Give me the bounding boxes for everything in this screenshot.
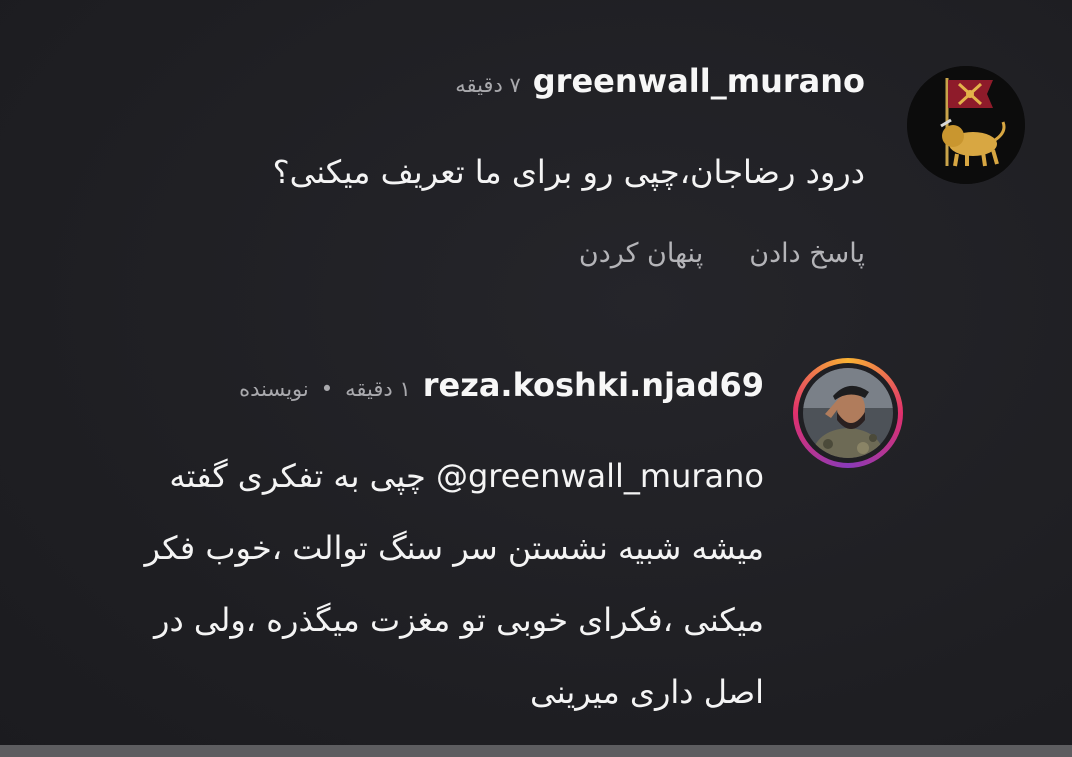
- bottom-bar: [0, 745, 1072, 757]
- comment-text: درود رضاجان،چپی رو برای ما تعریف میکنی؟: [272, 153, 865, 191]
- comment-header: reza.koshki.njad69 ۱ دقیقه • نویسنده: [239, 366, 764, 404]
- meta-separator: •: [320, 377, 334, 401]
- mention-link[interactable]: @greenwall_murano: [436, 457, 764, 495]
- comment-actions: پاسخ دادن پنهان کردن: [579, 238, 865, 269]
- avatar-story-ring[interactable]: [793, 358, 903, 468]
- comment-line-1-text: چپی به تفکری گفته: [169, 457, 426, 495]
- hide-button[interactable]: پنهان کردن: [579, 238, 703, 269]
- comment-time: ۷ دقیقه: [455, 73, 521, 97]
- soldier-portrait-icon: [803, 368, 893, 458]
- author-badge: نویسنده: [239, 377, 309, 401]
- avatar-greenwall-murano[interactable]: [907, 66, 1025, 184]
- comment-header: greenwall_murano ۷ دقیقه: [455, 62, 865, 100]
- comment-username[interactable]: greenwall_murano: [533, 62, 865, 100]
- comment-line-4: اصل داری میرینی: [530, 673, 764, 711]
- lion-and-sun-flag-icon: [907, 66, 1025, 184]
- comment-username[interactable]: reza.koshki.njad69: [423, 366, 764, 404]
- comment-line-2: میشه شبیه نشستن سر سنگ توالت ،خوب فکر: [144, 529, 764, 567]
- comment-text: @greenwall_murano چپی به تفکری گفته میشه…: [4, 440, 764, 728]
- comment-time: ۱ دقیقه: [345, 377, 411, 401]
- comment-line-1: @greenwall_murano چپی به تفکری گفته: [4, 440, 764, 512]
- comment-line-3: میکنی ،فکرای خوبی تو مغزت میگذره ،ولی در: [154, 601, 764, 639]
- comments-screen: greenwall_murano ۷ دقیقه درود رضاجان،چپی…: [0, 0, 1072, 757]
- reply-button[interactable]: پاسخ دادن: [749, 238, 865, 269]
